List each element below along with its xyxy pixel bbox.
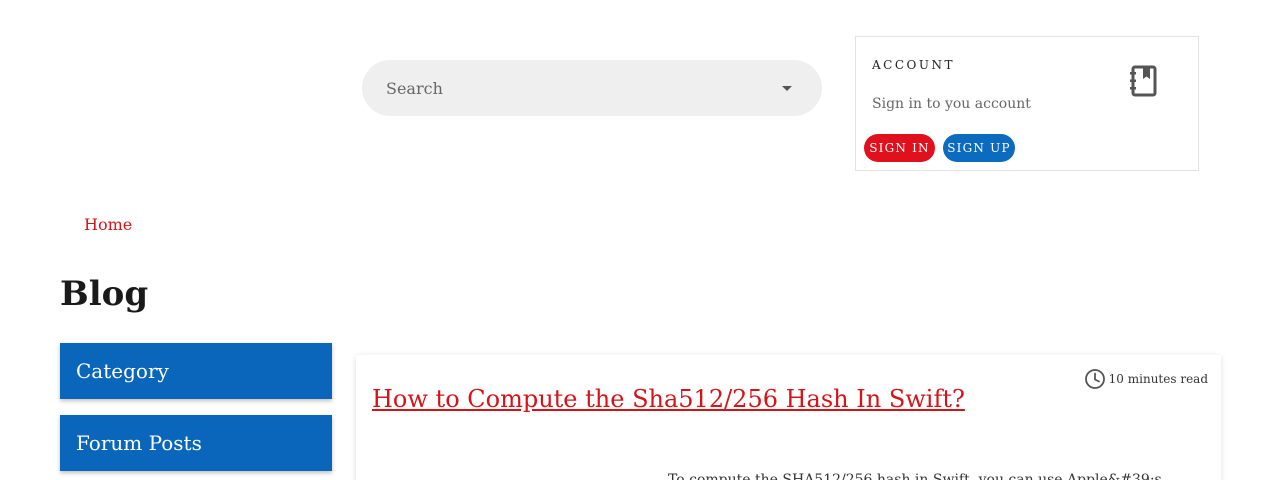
search-input[interactable] [386, 78, 782, 98]
page-title: Blog [60, 274, 149, 314]
sign-up-button[interactable]: SIGN UP [943, 134, 1015, 162]
account-panel: ACCOUNT Sign in to you account SIGN IN S… [855, 36, 1199, 171]
search-bar[interactable] [362, 60, 822, 116]
post-card: 10 minutes read How to Compute the Sha51… [356, 355, 1221, 480]
sidebar-item-category[interactable]: Category [60, 343, 332, 399]
chevron-down-icon[interactable] [782, 85, 792, 91]
read-time-label: 10 minutes read [1108, 372, 1208, 386]
breadcrumb: Home [84, 215, 132, 234]
account-subtitle: Sign in to you account [872, 96, 1031, 112]
sidebar-item-forum-posts[interactable]: Forum Posts [60, 415, 332, 471]
breadcrumb-home-link[interactable]: Home [84, 215, 132, 234]
post-excerpt: To compute the SHA512/256 hash in Swift,… [668, 472, 1162, 480]
read-time: 10 minutes read [1084, 368, 1208, 390]
sidebar-item-label: Category [76, 359, 169, 383]
sidebar-item-label: Forum Posts [76, 431, 202, 455]
account-title: ACCOUNT [872, 58, 955, 72]
post-title-link[interactable]: How to Compute the Sha512/256 Hash In Sw… [372, 385, 965, 413]
page: ACCOUNT Sign in to you account SIGN IN S… [0, 0, 1280, 480]
clock-icon [1084, 369, 1105, 389]
notebook-bookmark-icon [1130, 65, 1157, 97]
sign-in-button[interactable]: SIGN IN [864, 134, 935, 162]
